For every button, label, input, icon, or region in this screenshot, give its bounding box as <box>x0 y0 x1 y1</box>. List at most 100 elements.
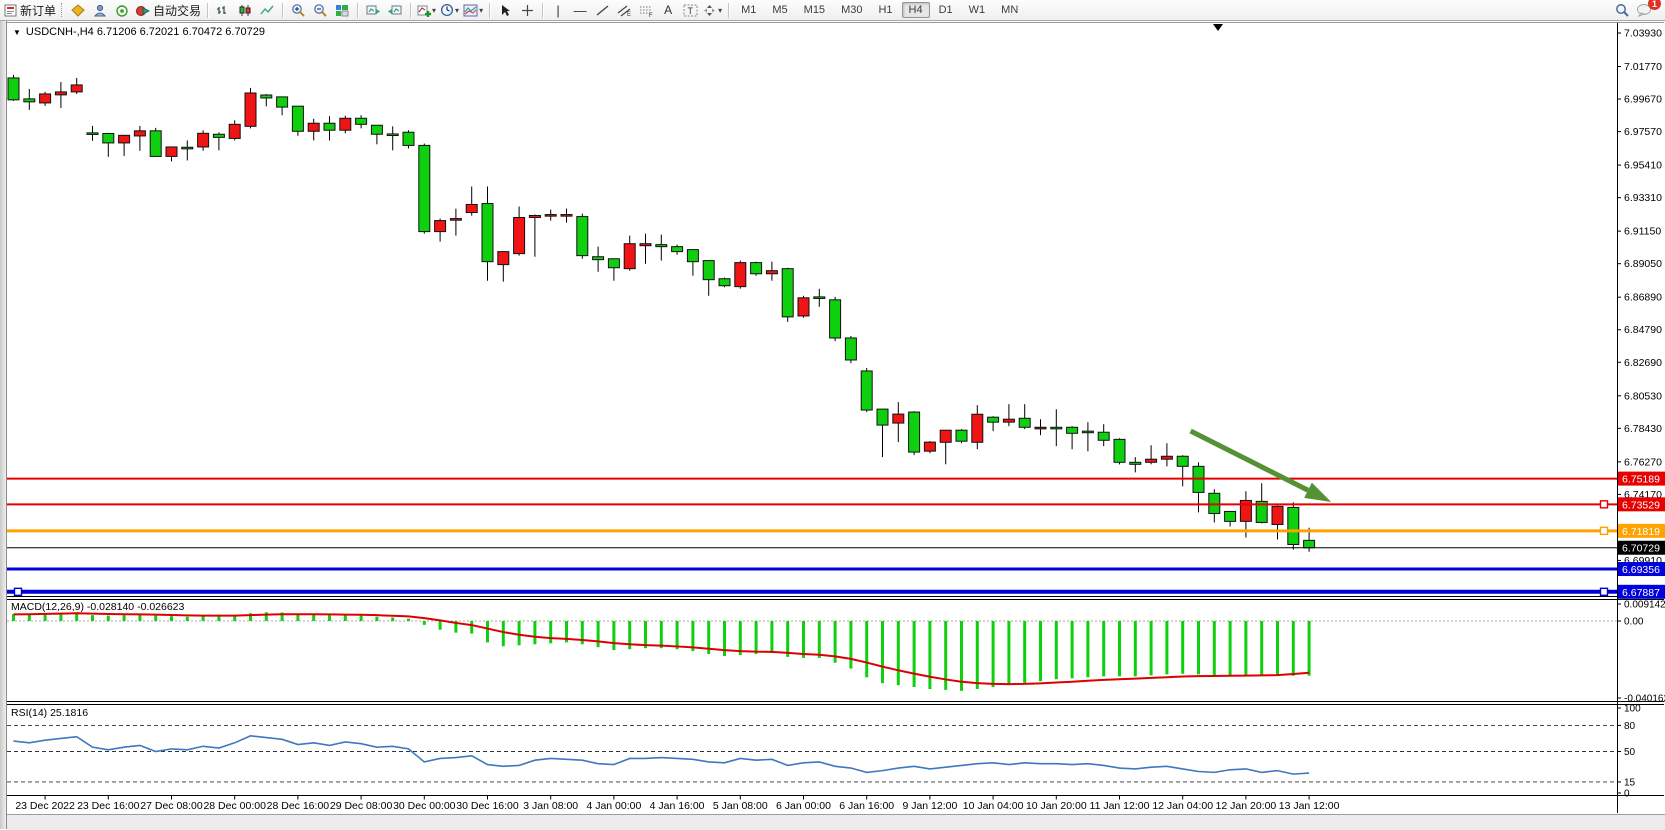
vertical-line-icon: | <box>556 3 559 18</box>
svg-text:29 Dec 08:00: 29 Dec 08:00 <box>330 800 393 812</box>
svg-text:6.78430: 6.78430 <box>1624 423 1662 435</box>
svg-text:7.01770: 7.01770 <box>1624 61 1662 73</box>
zoom-in-button[interactable] <box>287 1 309 19</box>
bar-chart-icon <box>216 4 230 17</box>
window-left-edge <box>0 21 7 829</box>
candlestick-button[interactable] <box>234 1 256 19</box>
indicators-button[interactable]: ▾ <box>415 1 438 19</box>
svg-text:6.76270: 6.76270 <box>1624 456 1662 468</box>
svg-text:6 Jan 00:00: 6 Jan 00:00 <box>776 800 831 812</box>
chart-title-text: USDCNH-,H4 6.71206 6.72021 6.70472 6.707… <box>26 26 265 38</box>
timeframe-D1[interactable]: D1 <box>932 2 960 18</box>
fibonacci-button[interactable]: F <box>635 1 657 19</box>
toolbar-separator <box>542 3 543 18</box>
svg-text:F: F <box>649 13 653 17</box>
community-button[interactable] <box>89 1 111 19</box>
chart-canvas[interactable]: 7.039307.017706.996706.975706.954106.933… <box>0 0 1665 829</box>
svg-text:5 Jan 08:00: 5 Jan 08:00 <box>713 800 768 812</box>
svg-text:4 Jan 00:00: 4 Jan 00:00 <box>586 800 641 812</box>
zoom-out-button[interactable] <box>309 1 331 19</box>
signal-icon <box>115 4 130 17</box>
toolbar-grip[interactable] <box>61 3 64 17</box>
signal-button[interactable] <box>111 1 133 19</box>
arrows-button[interactable]: ▾ <box>701 1 724 19</box>
fibonacci-icon: F <box>639 4 654 17</box>
crosshair-button[interactable] <box>516 1 538 19</box>
line-chart-button[interactable] <box>256 1 278 19</box>
svg-text:12 Jan 20:00: 12 Jan 20:00 <box>1216 800 1277 812</box>
bar-chart-button[interactable] <box>212 1 234 19</box>
tile-windows-button[interactable] <box>331 1 353 19</box>
notification-badge: 1 <box>1648 0 1661 10</box>
svg-text:23 Dec 2022: 23 Dec 2022 <box>15 800 75 812</box>
templates-button[interactable]: ▾ <box>461 1 485 19</box>
timeframe-H1[interactable]: H1 <box>871 2 899 18</box>
cursor-icon <box>499 4 512 17</box>
timeframe-H4[interactable]: H4 <box>902 2 930 18</box>
svg-text:6 Jan 16:00: 6 Jan 16:00 <box>839 800 894 812</box>
svg-text:9 Jan 12:00: 9 Jan 12:00 <box>902 800 957 812</box>
svg-text:27 Dec 08:00: 27 Dec 08:00 <box>140 800 203 812</box>
auto-trading-icon <box>135 4 150 17</box>
timeframe-W1[interactable]: W1 <box>962 2 993 18</box>
channel-button[interactable]: E <box>613 1 635 19</box>
new-order-icon <box>4 4 17 17</box>
svg-text:MACD(12,26,9) -0.028140 -0.026: MACD(12,26,9) -0.028140 -0.026623 <box>11 601 185 613</box>
svg-text:28 Dec 16:00: 28 Dec 16:00 <box>267 800 330 812</box>
vertical-line-button[interactable]: | <box>547 1 569 19</box>
auto-trading-button[interactable]: 自动交易 <box>133 1 203 19</box>
profile-prev-button[interactable] <box>362 1 384 19</box>
svg-text:6.86890: 6.86890 <box>1624 292 1662 304</box>
profile-next-icon <box>388 4 402 17</box>
new-order-button[interactable]: 新订单 <box>2 1 58 19</box>
svg-text:T: T <box>687 6 693 16</box>
svg-text:0: 0 <box>1624 789 1630 800</box>
svg-text:6.84790: 6.84790 <box>1624 324 1662 336</box>
trendline-button[interactable] <box>591 1 613 19</box>
profile-next-button[interactable] <box>384 1 406 19</box>
trendline-icon <box>596 4 609 17</box>
channel-icon: E <box>617 4 632 17</box>
svg-text:6.97570: 6.97570 <box>1624 126 1662 138</box>
search-button[interactable] <box>1611 1 1633 19</box>
main-toolbar: 新订单 自动交易 ▾ ▾ <box>0 0 1665 21</box>
svg-text:6.75189: 6.75189 <box>1622 474 1660 486</box>
template-icon <box>463 4 478 17</box>
periods-button[interactable]: ▾ <box>438 1 461 19</box>
zoom-out-icon <box>313 3 328 17</box>
timeframe-M1[interactable]: M1 <box>734 2 763 18</box>
candlestick-icon <box>238 4 252 17</box>
text-label-button[interactable]: T <box>679 1 701 19</box>
svg-text:0.009142: 0.009142 <box>1624 600 1665 611</box>
svg-text:23 Dec 16:00: 23 Dec 16:00 <box>77 800 140 812</box>
timeframe-MN[interactable]: MN <box>994 2 1025 18</box>
svg-text:28 Dec 00:00: 28 Dec 00:00 <box>203 800 266 812</box>
svg-text:12 Jan 04:00: 12 Jan 04:00 <box>1152 800 1213 812</box>
notifications-button[interactable]: 1 <box>1633 1 1655 19</box>
toolbar-separator <box>489 3 490 18</box>
arrows-icon <box>703 4 717 17</box>
svg-text:100: 100 <box>1624 704 1641 715</box>
text-label-icon: T <box>683 4 698 17</box>
crosshair-icon <box>521 4 534 17</box>
toolbar-separator <box>410 3 411 18</box>
period-clock-icon <box>440 3 454 17</box>
svg-text:10 Jan 04:00: 10 Jan 04:00 <box>963 800 1024 812</box>
svg-text:6.99670: 6.99670 <box>1624 94 1662 106</box>
timeframe-M15[interactable]: M15 <box>797 2 832 18</box>
horizontal-line-button[interactable]: — <box>569 1 591 19</box>
svg-text:6.73529: 6.73529 <box>1622 499 1660 511</box>
svg-text:6.67887: 6.67887 <box>1622 587 1660 599</box>
timeframe-group: M1M5M15M30H1H4D1W1MN <box>733 2 1026 18</box>
text-button[interactable]: A <box>657 1 679 19</box>
profile-prev-icon <box>366 4 380 17</box>
text-icon: A <box>664 3 672 17</box>
timeframe-M5[interactable]: M5 <box>765 2 794 18</box>
gold-tag-icon <box>71 4 86 17</box>
toolbar-separator <box>357 3 358 18</box>
cursor-button[interactable] <box>494 1 516 19</box>
timeframe-M30[interactable]: M30 <box>834 2 869 18</box>
line-chart-icon <box>260 4 274 17</box>
gold-tag-button[interactable] <box>67 1 89 19</box>
svg-text:E: E <box>627 12 631 17</box>
